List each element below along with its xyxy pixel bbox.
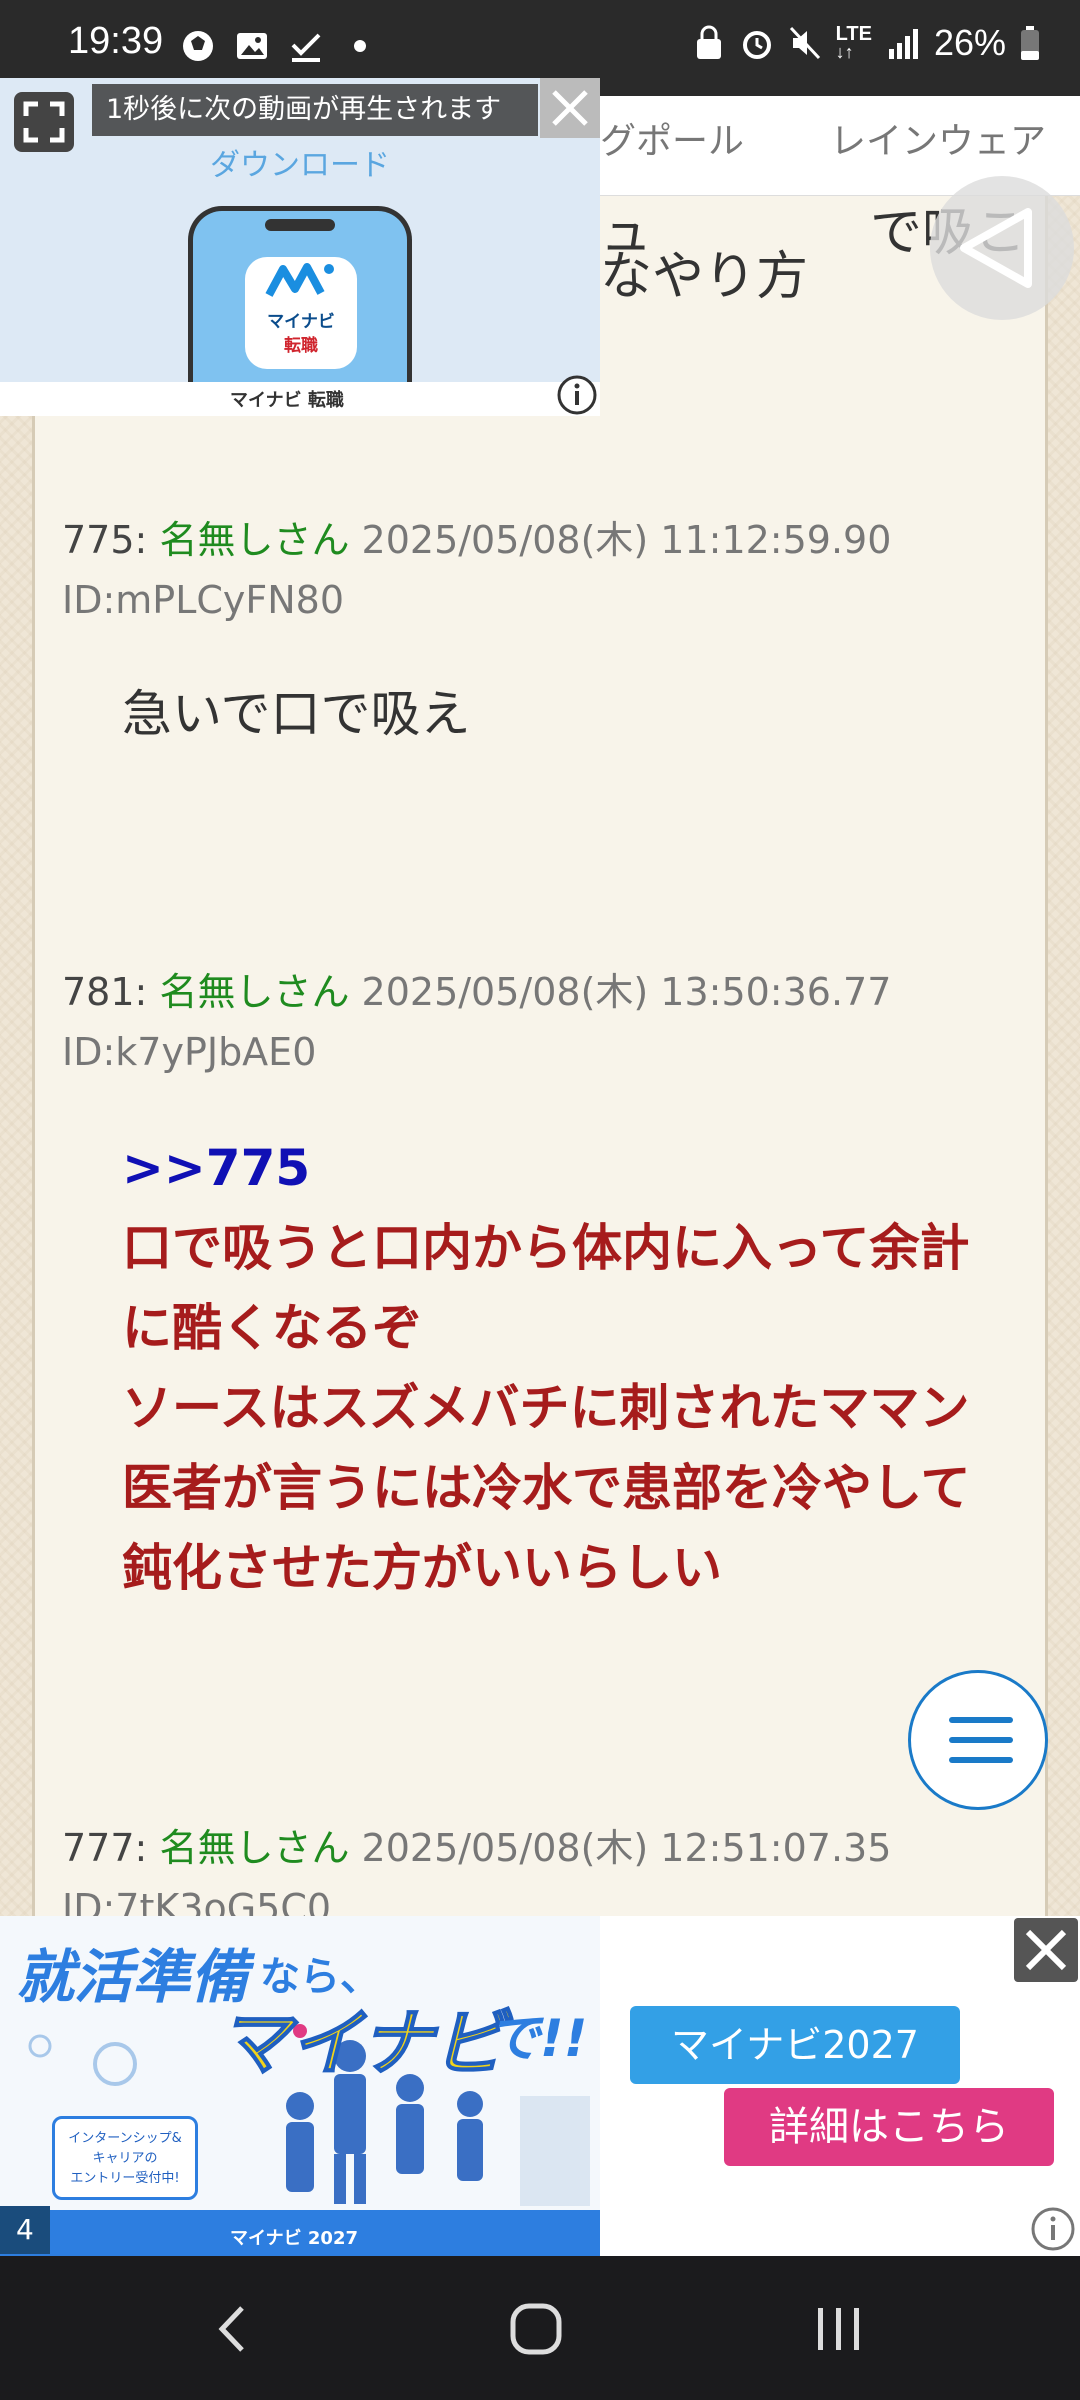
app-sub-name: 転職	[284, 336, 318, 356]
ad-slogan-line2: マイナビ	[217, 2000, 506, 2086]
info-icon[interactable]	[556, 374, 598, 416]
post-body-line: 医者が言うには冷水で患部を冷やして	[122, 1459, 971, 1517]
post-date: 2025/05/08(木) 11:12:59.90	[361, 518, 892, 562]
menu-button[interactable]	[908, 1670, 1048, 1810]
post-body-line: に酷くなるぞ	[122, 1299, 422, 1357]
battery-icon	[1021, 26, 1039, 60]
bottom-banner-ad[interactable]: 就活準備 なら、 マイナビ で!! インターンシップ& キャリアの エントリー受…	[0, 1916, 1080, 2256]
badge-line: エントリー受付中!	[70, 2171, 180, 2186]
video-ad-download-text: ダウンロード	[210, 148, 390, 183]
phone-illustration: マイナビ 転職	[188, 206, 412, 406]
post-body-line: ソースはスズメバチに刺されたママン	[122, 1379, 970, 1437]
poster-id[interactable]: ID:k7yPJbAE0	[62, 1030, 316, 1074]
navigation-bar	[0, 2256, 1080, 2400]
post-number[interactable]: 777:	[62, 1826, 147, 1870]
notification-icons	[180, 28, 378, 64]
video-countdown-banner: 1秒後に次の動画が再生されます	[92, 84, 538, 136]
soccer-ball-icon	[183, 31, 213, 61]
poster-name: 名無しさん	[159, 518, 350, 562]
lock-icon	[696, 25, 721, 59]
share-button[interactable]	[930, 176, 1074, 320]
post-body: 急いで口で吸え	[122, 674, 471, 754]
triangle-left-icon	[960, 208, 1032, 288]
post-header: 781: 名無しさん 2025/05/08(木) 13:50:36.77 ID:…	[62, 962, 891, 1082]
expand-icon	[14, 92, 74, 152]
article-title-fragment-3: なやり方	[600, 247, 809, 307]
ad-slogan-end: で!!	[488, 2009, 588, 2069]
poster-id[interactable]: ID:mPLCyFN80	[62, 578, 344, 622]
ad-illustration-area: 就活準備 なら、 マイナビ で!! インターンシップ& キャリアの エントリー受…	[0, 1916, 600, 2256]
app-name: マイナビ	[267, 312, 335, 332]
reply-anchor-link[interactable]: >>775	[122, 1139, 310, 1197]
alarm-icon	[742, 31, 771, 59]
ad-entry-badge: インターンシップ& キャリアの エントリー受付中!	[52, 2116, 198, 2200]
poster-name: 名無しさん	[159, 970, 350, 1014]
home-icon[interactable]	[503, 2296, 569, 2362]
lte-icon: LTE ↓↑	[835, 23, 872, 62]
tab-category-1[interactable]: グポール	[600, 112, 744, 164]
post-number[interactable]: 781:	[62, 970, 147, 1014]
close-icon	[1025, 1929, 1067, 1971]
post-number[interactable]: 775:	[62, 518, 147, 562]
post-body: >>775 口で吸うと口内から体内に入って余計 に酷くなるぞ ソースはスズメバチ…	[122, 1128, 971, 1608]
close-icon	[552, 90, 588, 126]
info-icon[interactable]	[1030, 2206, 1076, 2252]
tab-category-2[interactable]: レインウェア	[830, 112, 1046, 164]
system-icons: LTE ↓↑ 26%	[692, 22, 1040, 64]
check-icon	[291, 33, 321, 62]
poster-name: 名無しさん	[159, 1826, 350, 1870]
app-logo-icon: マイナビ 転職	[245, 257, 357, 369]
post-header: 775: 名無しさん 2025/05/08(木) 11:12:59.90 ID:…	[62, 510, 891, 630]
ad-cta-brand-button[interactable]: マイナビ2027	[630, 2006, 960, 2084]
post-body-line: 口で吸うと口内から体内に入って余計	[122, 1219, 970, 1277]
post-body-line: 鈍化させた方がいいらしい	[122, 1539, 722, 1597]
fullscreen-button[interactable]	[14, 92, 74, 152]
back-icon[interactable]	[200, 2296, 266, 2362]
ad-slogan-line1: 就活準備	[16, 1943, 249, 2011]
ad-footer-brand: マイナビ 2027	[230, 2228, 359, 2249]
post-date: 2025/05/08(木) 13:50:36.77	[361, 970, 892, 1014]
post-date: 2025/05/08(木) 12:51:07.35	[361, 1826, 892, 1870]
ad-brand: マイナビ 転職	[230, 390, 344, 411]
badge-line: キャリアの	[92, 2151, 158, 2166]
hamburger-menu-icon	[949, 1717, 1013, 1763]
ad-page-counter: 4	[0, 2206, 50, 2254]
mute-icon	[789, 26, 820, 60]
battery-percent: 26%	[933, 22, 1006, 63]
status-time: 19:39	[68, 20, 164, 62]
dot-icon	[354, 40, 366, 52]
badge-line: インターンシップ&	[68, 2131, 182, 2146]
signal-icon	[888, 29, 918, 59]
video-ad-close-button[interactable]	[540, 78, 600, 138]
ad-details-button[interactable]: 詳細はこちら	[724, 2088, 1054, 2166]
bottom-ad-close-button[interactable]	[1014, 1918, 1078, 1982]
recent-apps-icon[interactable]	[806, 2296, 872, 2362]
post-body-line: 急いで口で吸え	[122, 685, 471, 743]
image-icon	[237, 33, 267, 59]
